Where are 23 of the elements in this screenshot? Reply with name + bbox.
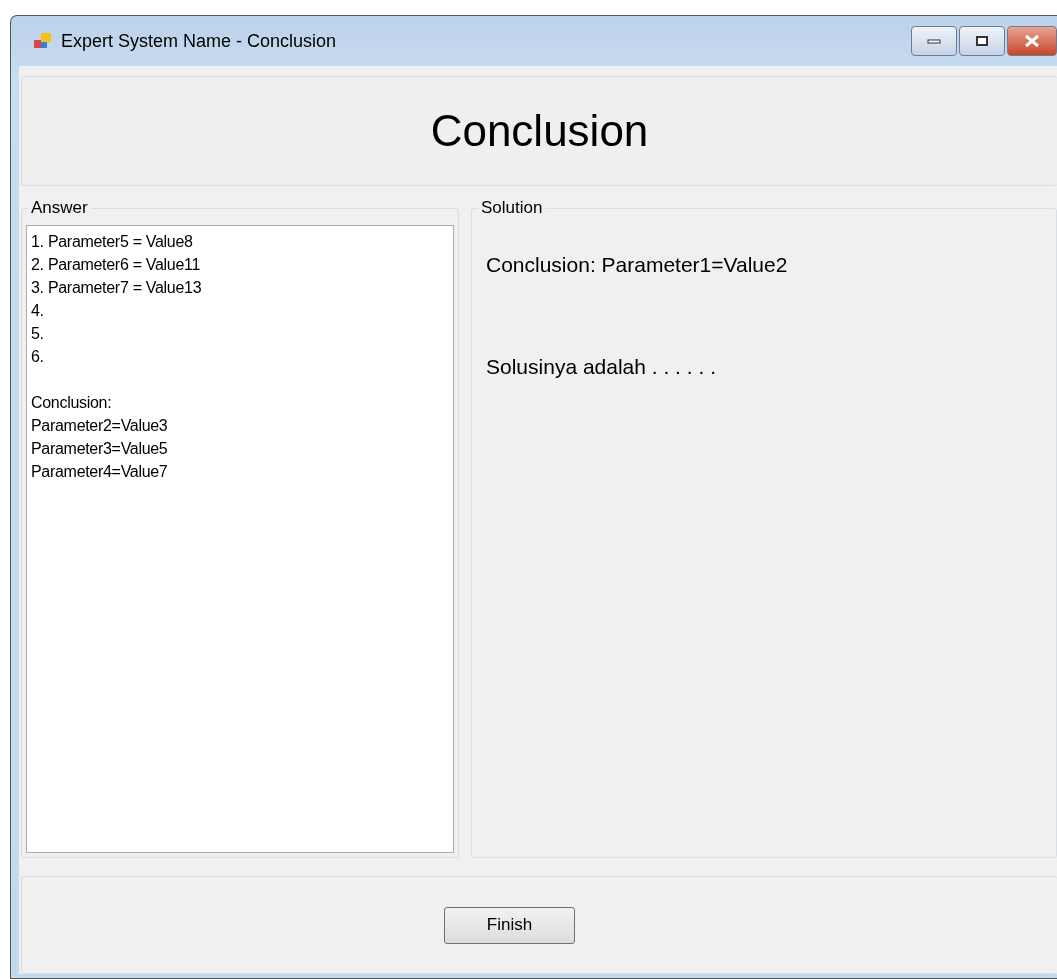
restore-icon <box>975 35 989 47</box>
close-button[interactable] <box>1007 26 1057 56</box>
minimize-button[interactable] <box>911 26 957 56</box>
conclusion-line: Parameter3=Value5 <box>31 439 169 459</box>
answer-text-box[interactable]: 1. Parameter5 = Value8 2. Parameter6 = Value11 3. Parameter7 = Value13 4. 5. 6. Conclusion: Parameter2=Value3 Parameter3=Value5 Parameter4=Value7 <box>26 225 454 853</box>
minimize-icon <box>927 38 941 44</box>
close-icon <box>1024 34 1040 48</box>
answer-line: 3. Parameter7 = Value13 <box>31 278 203 298</box>
conclusion-text: Conclusion: Parameter1=Value2 <box>485 253 789 277</box>
page-heading: Conclusion <box>430 106 649 156</box>
answer-line: 4. <box>31 301 45 321</box>
finish-button[interactable]: Finish <box>444 906 575 944</box>
window-title: Expert System Name - Conclusion <box>61 30 337 52</box>
conclusion-label: Conclusion: <box>31 393 113 413</box>
conclusion-line: Parameter2=Value3 <box>31 416 169 436</box>
conclusion-line: Parameter4=Value7 <box>31 462 169 482</box>
answer-line: 1. Parameter5 = Value8 <box>31 232 194 252</box>
answer-line: 5. <box>31 324 45 344</box>
app-icon <box>33 32 53 50</box>
answer-line: 2. Parameter6 = Value11 <box>31 255 202 275</box>
solution-text: Solusinya adalah . . . . . . <box>485 355 717 379</box>
answer-line: 6. <box>31 347 45 367</box>
maximize-button[interactable] <box>959 26 1005 56</box>
